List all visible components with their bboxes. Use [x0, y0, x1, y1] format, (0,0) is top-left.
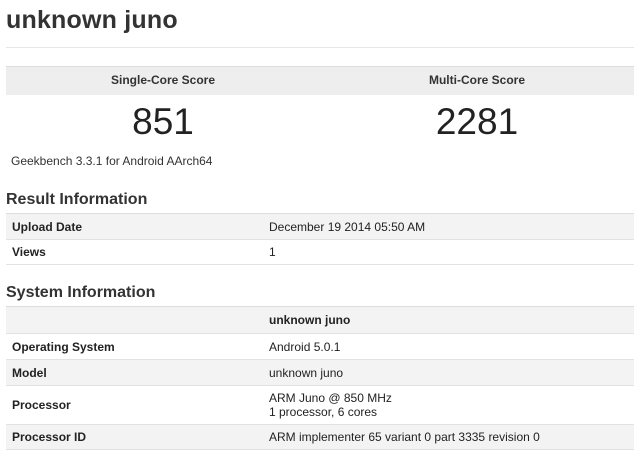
- multi-core-label: Multi-Core Score: [428, 73, 525, 87]
- row-value: Android 5.0.1: [263, 333, 634, 360]
- table-row: Operating System Android 5.0.1: [6, 333, 634, 360]
- row-key: Operating System: [6, 333, 263, 360]
- page-title: unknown juno: [6, 6, 178, 34]
- system-information-table: unknown juno Operating System Android 5.…: [6, 306, 634, 450]
- system-information-heading: System Information: [6, 284, 156, 301]
- title-divider: [6, 47, 634, 48]
- row-value: ARM Juno @ 850 MHz 1 processor, 6 cores: [263, 385, 634, 425]
- single-core-score: Single-Core Score 851: [6, 66, 320, 142]
- processor-count: 1 processor, 6 cores: [269, 405, 378, 419]
- table-row: Upload Date December 19 2014 05:50 AM: [6, 213, 634, 240]
- benchmark-version: Geekbench 3.3.1 for Android AArch64: [11, 154, 213, 168]
- score-panel: Single-Core Score 851 Multi-Core Score 2…: [6, 66, 634, 174]
- system-name-header: unknown juno: [263, 306, 634, 334]
- multi-core-score: Multi-Core Score 2281: [320, 66, 634, 142]
- result-information-heading: Result Information: [6, 191, 148, 208]
- single-core-label: Single-Core Score: [110, 73, 216, 87]
- table-row: Processor ID ARM implementer 65 variant …: [6, 424, 634, 450]
- page: unknown juno Single-Core Score 851 Multi…: [0, 0, 640, 455]
- multi-core-value: 2281: [435, 101, 519, 142]
- table-row: Views 1: [6, 239, 634, 265]
- row-value: December 19 2014 05:50 AM: [263, 213, 634, 240]
- table-row: Model unknown juno: [6, 359, 634, 386]
- table-row: Processor ARM Juno @ 850 MHz 1 processor…: [6, 385, 634, 425]
- row-value: 1: [263, 239, 634, 265]
- row-value: unknown juno: [263, 359, 634, 386]
- table-header-row: unknown juno: [6, 306, 634, 334]
- row-key: Processor: [6, 385, 263, 425]
- row-value: ARM implementer 65 variant 0 part 3335 r…: [263, 424, 634, 450]
- result-information-table: Upload Date December 19 2014 05:50 AM Vi…: [6, 213, 634, 265]
- row-key: Views: [6, 239, 263, 265]
- processor-model: ARM Juno @ 850 MHz: [269, 391, 392, 405]
- header-blank-cell: [6, 306, 263, 334]
- row-key: Processor ID: [6, 424, 263, 450]
- row-key: Upload Date: [6, 213, 263, 240]
- row-key: Model: [6, 359, 263, 386]
- single-core-value: 851: [132, 101, 194, 142]
